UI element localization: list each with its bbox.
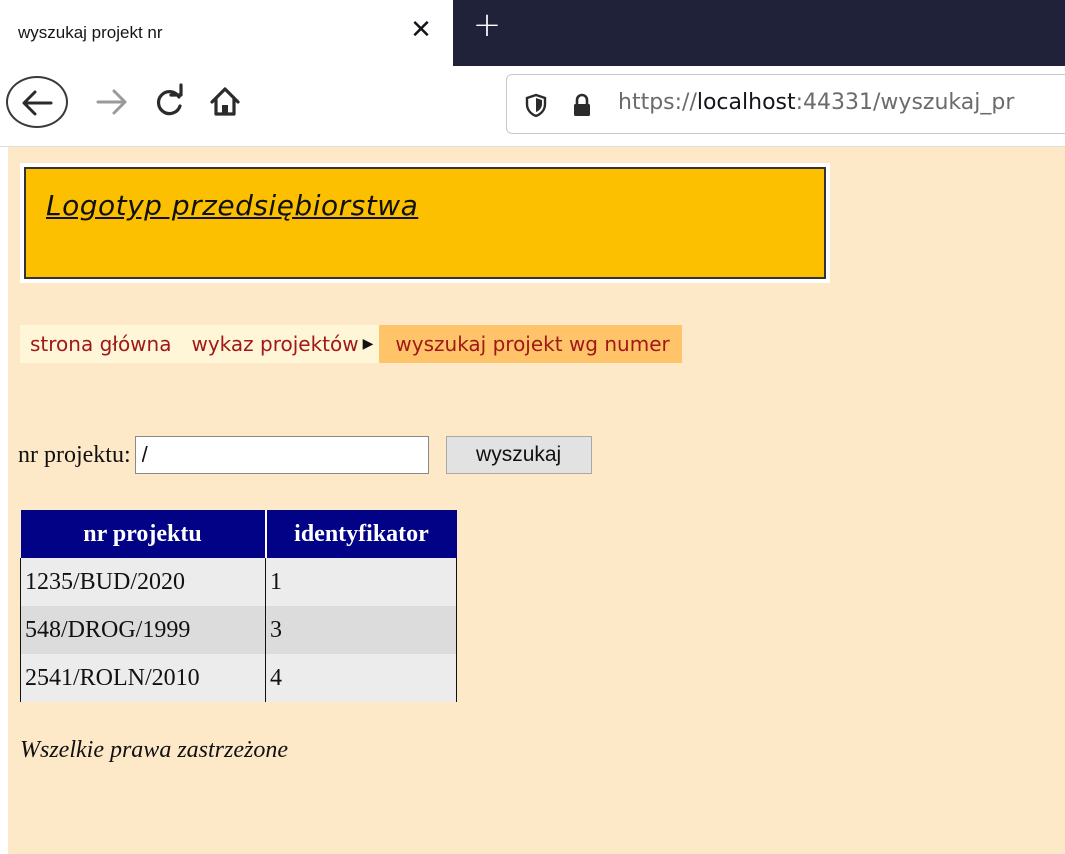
table-header-row: nr projektu identyfikator <box>20 510 457 558</box>
tab-strip: wyszukaj projekt nr ✕ + <box>0 0 1065 66</box>
cell-project-number: 2541/ROLN/2010 <box>20 654 266 702</box>
search-button[interactable]: wyszukaj <box>445 436 592 474</box>
results-table: nr projektu identyfikator 1235/BUD/2020 … <box>20 510 457 702</box>
search-label: nr projektu: <box>18 441 131 468</box>
project-number-input[interactable] <box>134 436 429 474</box>
logo-banner: Logotyp przedsiębiorstwa <box>20 163 830 283</box>
column-header-identifier: identyfikator <box>265 510 457 558</box>
address-bar[interactable]: https://localhost:44331/wyszukaj_pr <box>506 74 1065 134</box>
forward-button[interactable] <box>96 80 140 124</box>
url-path: :44331/wyszukaj_pr <box>795 90 1015 115</box>
footer-copyright: Wszelkie prawa zastrzeżone <box>20 737 288 763</box>
table-row: 1235/BUD/2020 1 <box>20 558 457 606</box>
tab-title: wyszukaj projekt nr <box>18 23 163 42</box>
home-button[interactable] <box>208 80 252 124</box>
forward-arrow-icon <box>96 89 127 115</box>
logo-panel: Logotyp przedsiębiorstwa <box>24 167 826 279</box>
breadcrumb-item-projects[interactable]: wykaz projektów <box>181 325 363 363</box>
lock-icon[interactable] <box>571 93 593 117</box>
cell-project-number: 548/DROG/1999 <box>20 606 266 654</box>
page-body: Logotyp przedsiębiorstwa strona główna w… <box>8 147 1065 854</box>
url-text[interactable]: https://localhost:44331/wyszukaj_pr <box>618 90 1014 115</box>
url-scheme: https:// <box>618 90 697 115</box>
cell-identifier: 4 <box>265 654 457 702</box>
back-button[interactable] <box>6 76 68 128</box>
shield-icon[interactable] <box>525 93 547 117</box>
tab-active[interactable]: wyszukaj projekt nr ✕ <box>0 0 453 66</box>
cell-identifier: 1 <box>265 558 457 606</box>
url-host: localhost <box>696 90 796 115</box>
breadcrumb: strona główna wykaz projektów ▶ wyszukaj… <box>20 325 682 363</box>
cell-identifier: 3 <box>265 606 457 654</box>
column-header-project-number: nr projektu <box>20 510 267 558</box>
tab-close-icon[interactable]: ✕ <box>409 17 433 43</box>
search-form: nr projektu: wyszukaj <box>18 435 592 475</box>
navigation-toolbar: https://localhost:44331/wyszukaj_pr <box>0 66 1065 147</box>
table-row: 2541/ROLN/2010 4 <box>20 654 457 702</box>
new-tab-icon[interactable]: + <box>470 8 504 44</box>
logo-text[interactable]: Logotyp przedsiębiorstwa <box>46 189 418 222</box>
cell-project-number: 1235/BUD/2020 <box>20 558 266 606</box>
breadcrumb-item-current[interactable]: wyszukaj projekt wg numer <box>379 325 682 363</box>
home-icon <box>210 87 240 116</box>
breadcrumb-arrow-icon: ▶ <box>362 325 380 363</box>
table-row: 548/DROG/1999 3 <box>20 606 457 654</box>
breadcrumb-item-home[interactable]: strona główna <box>20 325 182 363</box>
reload-button[interactable] <box>152 80 196 124</box>
reload-icon <box>157 83 183 116</box>
back-arrow-icon <box>22 90 53 116</box>
